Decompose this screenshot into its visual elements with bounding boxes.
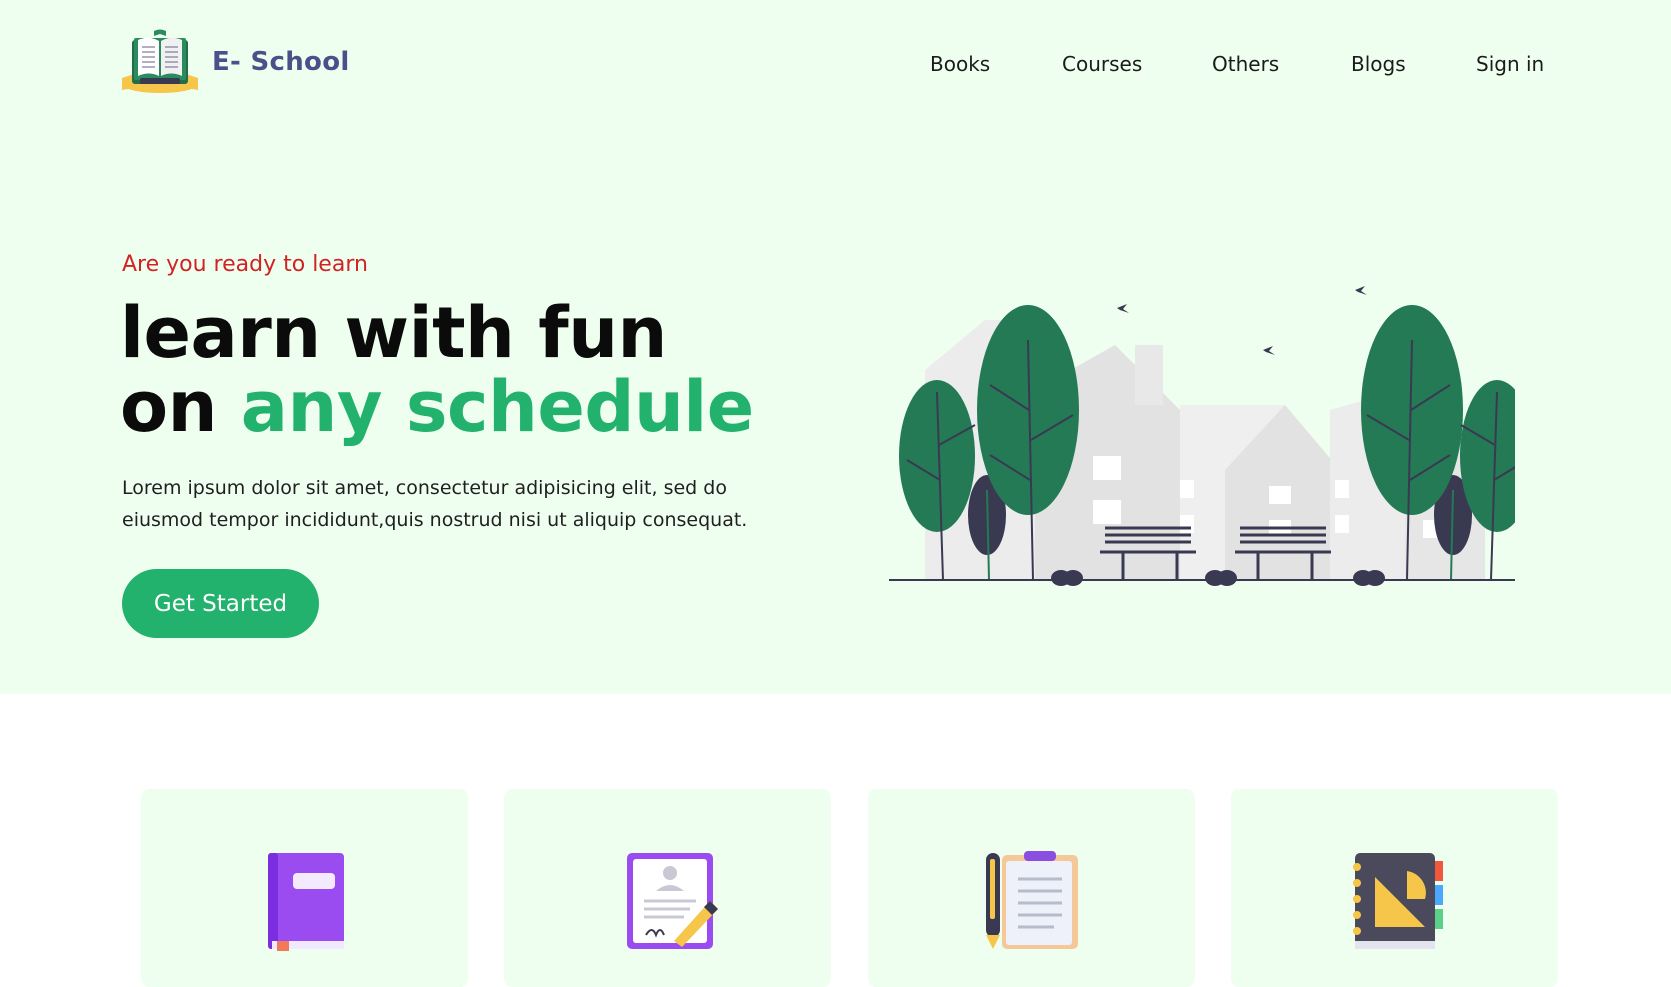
headline-line-1: learn with fun [120, 292, 667, 374]
hero-kicker: Are you ready to learn [122, 252, 368, 277]
main-nav: Books Courses Others Blogs Sign in [0, 52, 1671, 82]
get-started-button[interactable]: Get Started [122, 569, 319, 638]
hero-section: E- School Books Courses Others Blogs Sig… [0, 0, 1671, 694]
headline-line-2-accent: any schedule [240, 366, 754, 448]
nav-item-sign-in[interactable]: Sign in [1476, 52, 1544, 76]
nav-item-others[interactable]: Others [1212, 52, 1279, 76]
nav-item-books[interactable]: Books [930, 52, 990, 76]
feature-card-notebook[interactable] [1231, 789, 1558, 987]
nav-item-blogs[interactable]: Blogs [1351, 52, 1406, 76]
town-park-illustration [889, 286, 1515, 586]
book-icon [267, 853, 344, 951]
feature-card-assignments[interactable] [868, 789, 1195, 987]
notebook-ruler-icon [1352, 853, 1443, 949]
nav-item-courses[interactable]: Courses [1062, 52, 1142, 76]
feature-card-books[interactable] [141, 789, 468, 987]
document-sign-icon [626, 853, 718, 949]
hero-description: Lorem ipsum dolor sit amet, consectetur … [122, 477, 748, 531]
feature-card-documents[interactable] [504, 789, 831, 987]
headline-line-2-plain: on [120, 366, 241, 448]
clipboard-pen-icon [985, 851, 1078, 949]
hero-headline: learn with fun on any schedule [120, 296, 754, 444]
